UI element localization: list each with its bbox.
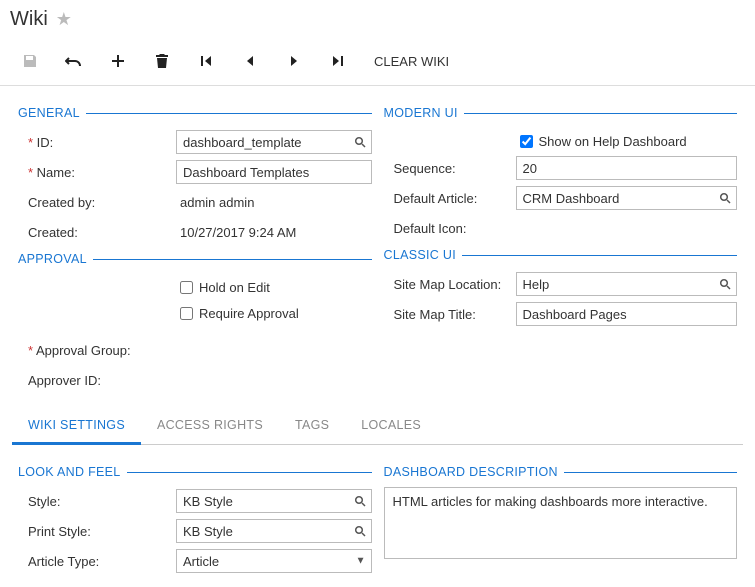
- default-icon-label: Default Icon:: [384, 221, 516, 236]
- created-by-value: admin admin: [176, 195, 372, 210]
- tab-bar: WIKI SETTINGS ACCESS RIGHTS TAGS LOCALES: [12, 408, 743, 445]
- style-input[interactable]: [176, 489, 372, 513]
- sitemap-location-label: Site Map Location:: [384, 277, 516, 292]
- id-input[interactable]: [176, 130, 372, 154]
- id-label: ID:: [18, 135, 176, 150]
- trash-icon: [155, 53, 169, 69]
- page-title: Wiki: [10, 8, 48, 31]
- name-input[interactable]: [176, 160, 372, 184]
- toolbar: CLEAR WIKI: [0, 35, 755, 86]
- sequence-input[interactable]: [516, 156, 738, 180]
- left-column: GENERAL ID: Name: Created by: admin admi…: [12, 100, 378, 396]
- first-icon: [199, 54, 213, 68]
- print-style-input[interactable]: [176, 519, 372, 543]
- name-label: Name:: [18, 165, 176, 180]
- classic-ui-heading: CLASSIC UI: [384, 248, 738, 262]
- undo-icon: [65, 53, 83, 69]
- require-approval-checkbox[interactable]: [180, 307, 193, 320]
- first-record-button[interactable]: [184, 47, 228, 75]
- look-feel-column: LOOK AND FEEL Style: Print Style: Arti: [12, 459, 378, 577]
- delete-button[interactable]: [140, 47, 184, 75]
- clear-wiki-button[interactable]: CLEAR WIKI: [364, 54, 459, 69]
- tab-access-rights[interactable]: ACCESS RIGHTS: [141, 408, 279, 444]
- favorite-star-icon[interactable]: ★: [56, 9, 72, 30]
- search-icon[interactable]: [719, 192, 731, 204]
- last-icon: [331, 54, 345, 68]
- created-by-label: Created by:: [18, 195, 176, 210]
- require-approval-label: Require Approval: [199, 306, 299, 321]
- sequence-label: Sequence:: [384, 161, 516, 176]
- add-button[interactable]: [96, 47, 140, 75]
- chevron-right-icon: [288, 54, 300, 68]
- default-article-input[interactable]: [516, 186, 738, 210]
- show-on-dashboard-checkbox[interactable]: [520, 135, 533, 148]
- style-label: Style:: [18, 494, 176, 509]
- search-icon[interactable]: [354, 495, 366, 507]
- modern-ui-heading: MODERN UI: [384, 106, 738, 120]
- last-record-button[interactable]: [316, 47, 360, 75]
- approval-group-label: Approval Group:: [18, 343, 176, 358]
- look-feel-heading: LOOK AND FEEL: [18, 465, 372, 479]
- tab-tags[interactable]: TAGS: [279, 408, 345, 444]
- created-label: Created:: [18, 225, 176, 240]
- save-icon: [22, 53, 38, 69]
- sitemap-title-input[interactable]: [516, 302, 738, 326]
- general-heading: GENERAL: [18, 106, 372, 120]
- page-header: Wiki ★: [0, 0, 755, 35]
- show-on-dashboard-label: Show on Help Dashboard: [539, 134, 687, 149]
- tab-wiki-settings[interactable]: WIKI SETTINGS: [12, 408, 141, 445]
- chevron-left-icon: [244, 54, 256, 68]
- print-style-label: Print Style:: [18, 524, 176, 539]
- prev-record-button[interactable]: [228, 47, 272, 75]
- plus-icon: [110, 53, 126, 69]
- lower-area: LOOK AND FEEL Style: Print Style: Arti: [0, 445, 755, 587]
- default-article-label: Default Article:: [384, 191, 516, 206]
- dashboard-desc-heading: DASHBOARD DESCRIPTION: [384, 465, 738, 479]
- created-value: 10/27/2017 9:24 AM: [176, 225, 372, 240]
- search-icon[interactable]: [354, 136, 366, 148]
- chevron-down-icon[interactable]: ▼: [356, 556, 366, 567]
- tab-locales[interactable]: LOCALES: [345, 408, 437, 444]
- approver-id-label: Approver ID:: [18, 373, 176, 388]
- save-button[interactable]: [8, 47, 52, 75]
- right-column: MODERN UI Show on Help Dashboard Sequenc…: [378, 100, 744, 396]
- search-icon[interactable]: [354, 525, 366, 537]
- next-record-button[interactable]: [272, 47, 316, 75]
- undo-button[interactable]: [52, 47, 96, 75]
- hold-on-edit-label: Hold on Edit: [199, 280, 270, 295]
- hold-on-edit-checkbox[interactable]: [180, 281, 193, 294]
- sitemap-location-input[interactable]: [516, 272, 738, 296]
- sitemap-title-label: Site Map Title:: [384, 307, 516, 322]
- dashboard-desc-column: DASHBOARD DESCRIPTION: [378, 459, 744, 577]
- article-type-label: Article Type:: [18, 554, 176, 569]
- dashboard-description-textarea[interactable]: [384, 487, 738, 559]
- search-icon[interactable]: [719, 278, 731, 290]
- approval-heading: APPROVAL: [18, 252, 372, 266]
- form-area: GENERAL ID: Name: Created by: admin admi…: [0, 86, 755, 400]
